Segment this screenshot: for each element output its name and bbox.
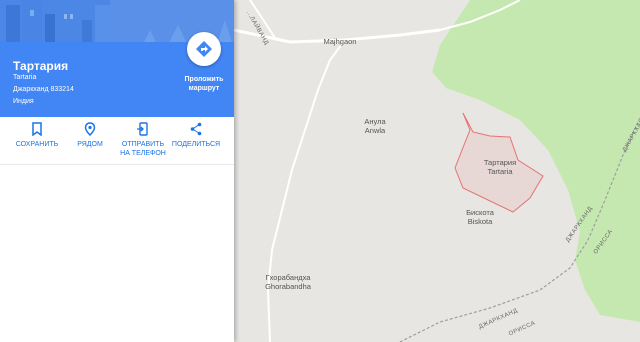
- place-country: Индия: [13, 98, 34, 105]
- place-label-tartaria[interactable]: Тартария Tartaria: [470, 158, 530, 176]
- place-header: Тартария Tartaria Джаркханд 833214 Индия…: [0, 0, 234, 117]
- share-icon: [190, 122, 202, 136]
- location-pin-icon: [84, 122, 96, 136]
- save-button[interactable]: СОХРАНИТЬ: [9, 122, 65, 149]
- place-label-tartaria-local: Тартария: [483, 158, 517, 167]
- directions-label-line2: маршрут: [188, 85, 220, 92]
- directions-label-line1: Проложить: [184, 76, 224, 83]
- send-to-phone-label-line1: ОТПРАВИТЬ: [121, 141, 165, 148]
- place-label-biskota-local: Бискота: [466, 208, 494, 217]
- send-to-phone-label-line2: НА ТЕЛЕФОН: [120, 150, 166, 157]
- send-to-phone-button[interactable]: ОТПРАВИТЬ НА ТЕЛЕФОН: [115, 122, 171, 158]
- directions-button[interactable]: [187, 32, 221, 66]
- place-label-biskota-latin: Biskota: [467, 217, 493, 226]
- place-label-tartaria-latin: Tartaria: [487, 167, 513, 176]
- send-to-phone-icon: [137, 122, 148, 136]
- place-label-anwla-latin: Anwla: [364, 126, 386, 135]
- nearby-label: РЯДОМ: [77, 141, 103, 148]
- panel-divider: [0, 164, 234, 165]
- directions-label[interactable]: Проложить маршрут: [176, 75, 232, 93]
- directions-icon: [196, 41, 212, 57]
- place-title: Тартария: [13, 59, 69, 73]
- save-label: СОХРАНИТЬ: [15, 141, 59, 148]
- send-to-phone-label: ОТПРАВИТЬ НА ТЕЛЕФОН: [115, 140, 171, 158]
- place-label-ghorabandha-latin: Ghorabandha: [265, 282, 311, 291]
- place-label-anwla-local: Анула: [364, 117, 386, 126]
- share-label: ПОДЕЛИТЬСЯ: [171, 141, 221, 148]
- place-label-ghorabandha[interactable]: Гхорабандха Ghorabandha: [258, 273, 318, 291]
- place-address: Джаркханд 833214: [13, 86, 74, 93]
- nearby-button[interactable]: РЯДОМ: [62, 122, 118, 149]
- share-button[interactable]: ПОДЕЛИТЬСЯ: [168, 122, 224, 149]
- place-label-ghorabandha-local: Гхорабандха: [265, 273, 311, 282]
- place-label-majhgaon[interactable]: Majhgaon: [320, 37, 360, 46]
- place-latin-name: Tartaria: [13, 74, 37, 81]
- place-panel: Тартария Tartaria Джаркханд 833214 Индия…: [0, 0, 234, 342]
- place-label-biskota[interactable]: Бискота Biskota: [458, 208, 502, 226]
- place-label-anwla[interactable]: Анула Anwla: [355, 117, 395, 135]
- bookmark-icon: [32, 122, 42, 136]
